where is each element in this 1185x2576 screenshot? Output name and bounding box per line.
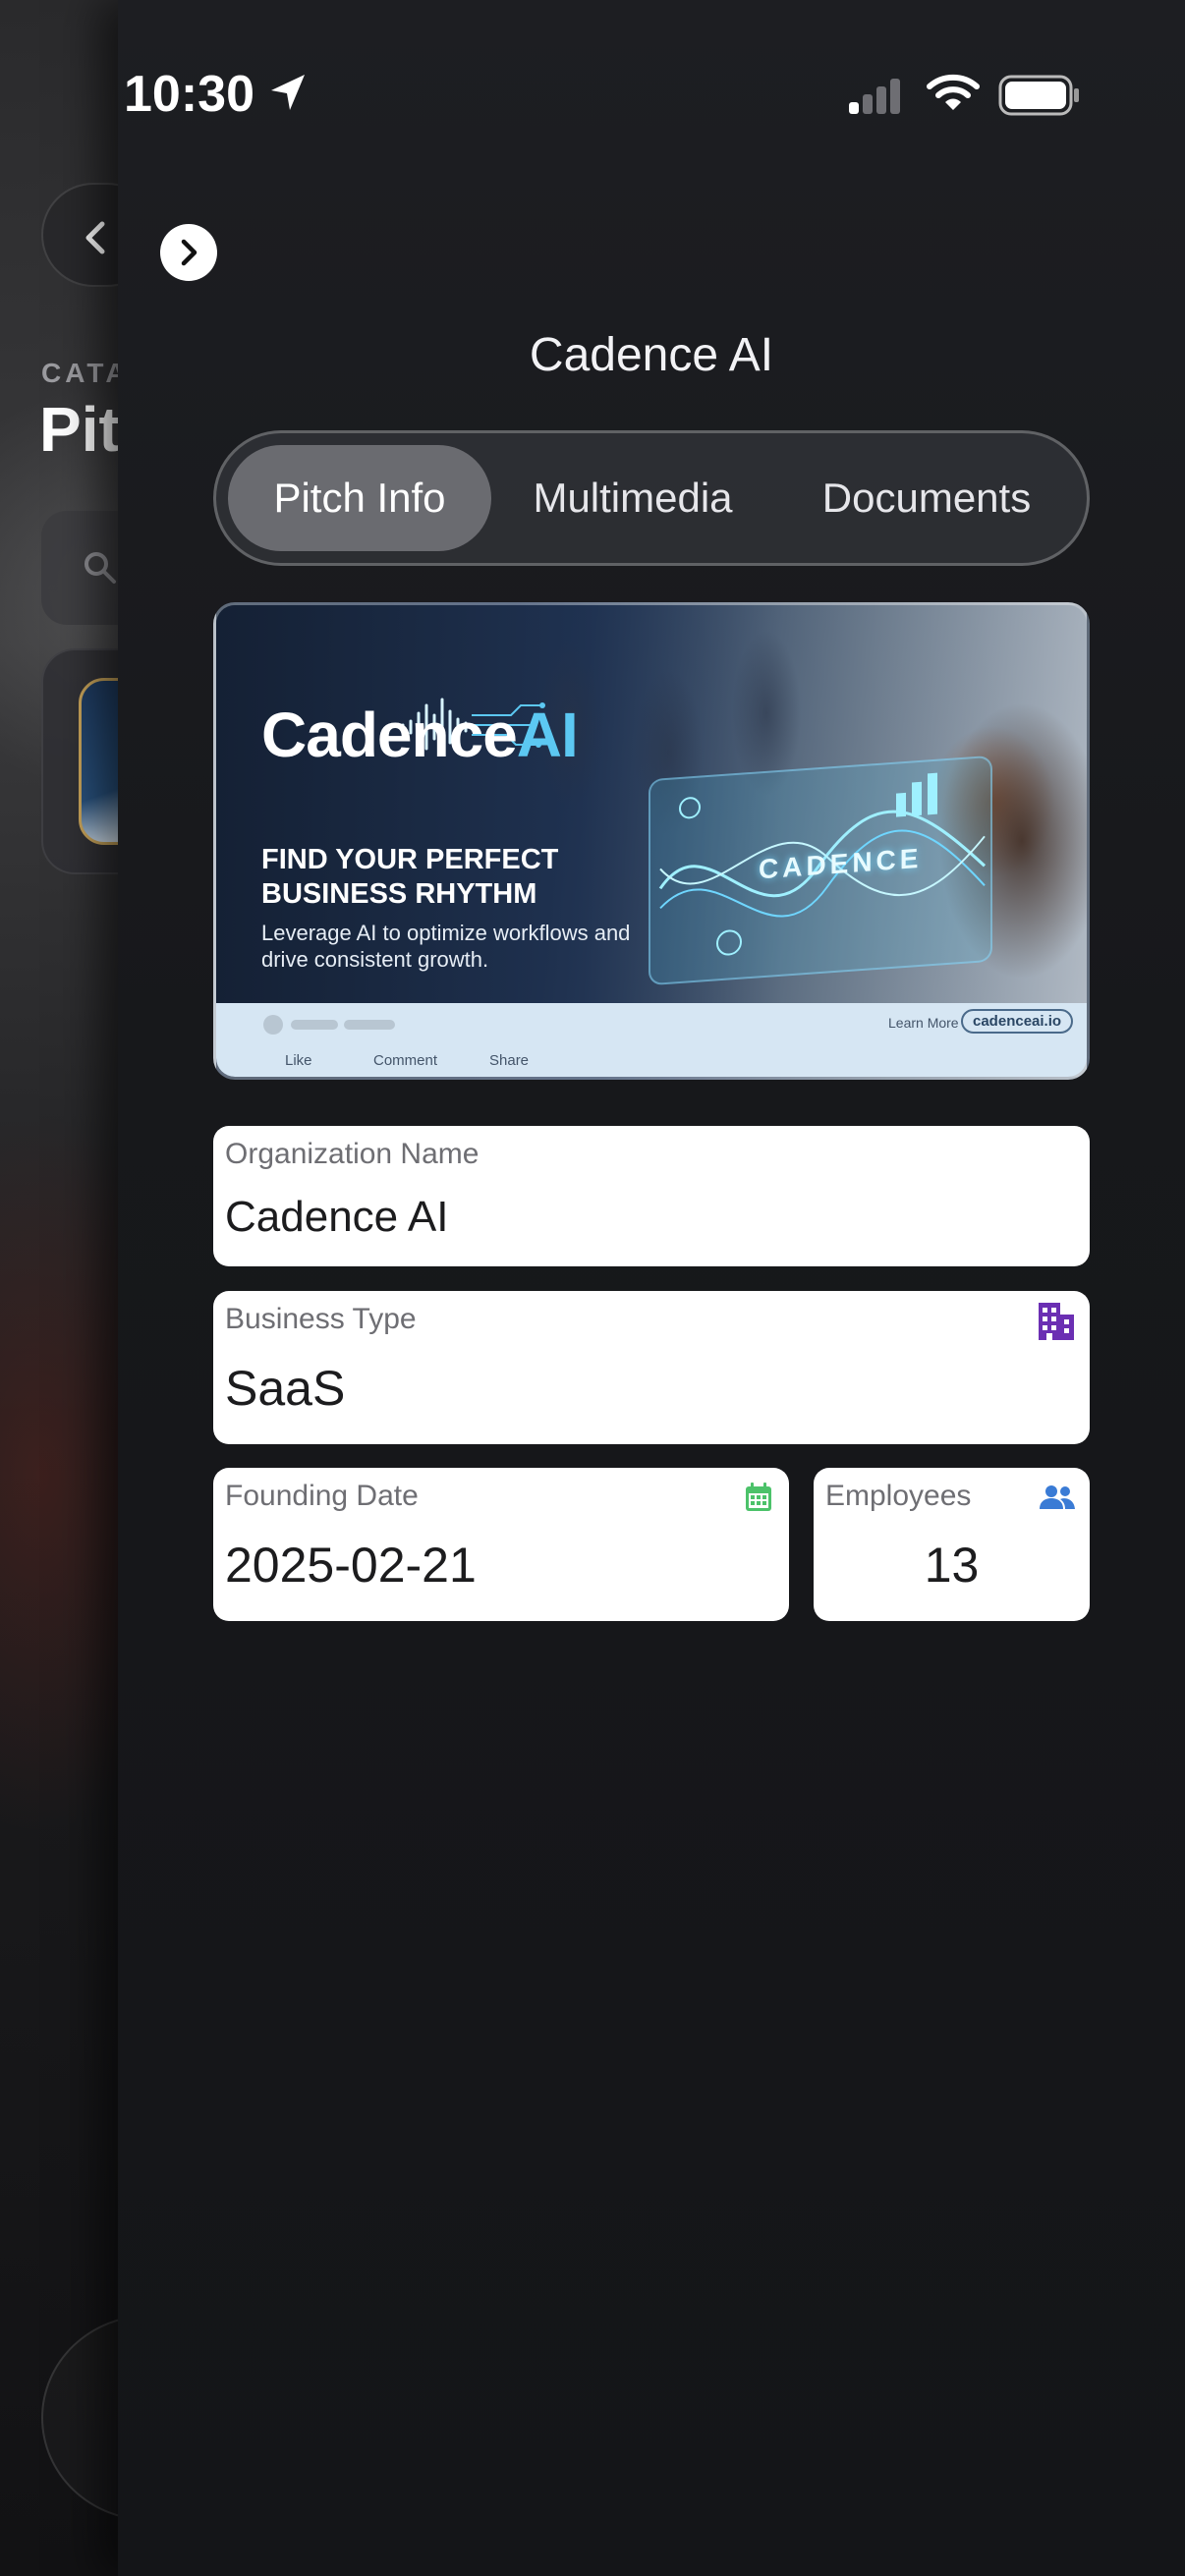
status-bar: 10:30	[0, 0, 1185, 138]
banner-learn-more: Learn More	[888, 1015, 959, 1031]
location-arrow-icon	[271, 75, 305, 110]
banner-meta-placeholder	[344, 1020, 395, 1030]
status-time: 10:30	[124, 66, 254, 123]
banner-social-footer: Learn More cadenceai.io Like Comment Sha…	[216, 1003, 1087, 1077]
tab-documents[interactable]: Documents	[774, 445, 1079, 551]
organization-name-value: Cadence AI	[225, 1193, 449, 1241]
banner-hologram-screen: CADENCE	[649, 755, 992, 986]
cellular-signal-icon	[849, 79, 900, 114]
wifi-icon	[927, 74, 980, 110]
chevron-right-icon	[181, 239, 198, 266]
banner-like-action: Like	[285, 1052, 312, 1069]
background-page-title: Pit	[39, 394, 120, 465]
banner-logo-accent: AI	[516, 700, 579, 770]
employees-label: Employees	[825, 1480, 972, 1512]
business-type-label: Business Type	[225, 1303, 417, 1335]
employees-field[interactable]: Employees 13	[814, 1468, 1090, 1621]
segmented-tab-bar: Pitch Info Multimedia Documents	[213, 430, 1090, 566]
panel-title: Cadence AI	[529, 329, 774, 381]
business-type-field[interactable]: Business Type SaaS	[213, 1291, 1090, 1444]
banner-subline: Leverage AI to optimize workflows and dr…	[261, 921, 631, 972]
pitch-banner-image[interactable]: CADENCE CadenceAI FIND YOUR PERFECT BUSI…	[213, 602, 1090, 1080]
people-icon	[1040, 1485, 1075, 1509]
banner-url-badge: cadenceai.io	[961, 1009, 1074, 1034]
founding-date-value: 2025-02-21	[225, 1538, 477, 1593]
banner-headline: FIND YOUR PERFECT BUSINESS RHYTHM	[261, 844, 559, 910]
battery-icon	[998, 75, 1079, 116]
organization-name-field[interactable]: Organization Name Cadence AI	[213, 1126, 1090, 1266]
organization-name-label: Organization Name	[225, 1138, 480, 1170]
banner-comment-action: Comment	[373, 1052, 438, 1069]
banner-avatar-placeholder	[263, 1015, 283, 1035]
search-icon	[85, 552, 116, 584]
pitch-detail-panel	[118, 0, 1185, 2576]
banner-logo: CadenceAI	[261, 699, 579, 771]
calendar-icon	[746, 1483, 771, 1511]
business-type-value: SaaS	[225, 1361, 346, 1416]
tab-pitch-info[interactable]: Pitch Info	[228, 445, 491, 551]
banner-share-action: Share	[489, 1052, 530, 1069]
collapse-panel-button[interactable]	[160, 224, 217, 281]
tab-multimedia[interactable]: Multimedia	[501, 445, 764, 551]
banner-logo-main: Cadence	[261, 700, 518, 770]
banner-name-placeholder	[291, 1020, 338, 1030]
building-icon	[1039, 1303, 1074, 1340]
background-category-label: CATA	[41, 358, 130, 388]
founding-date-label: Founding Date	[225, 1480, 419, 1512]
employees-value: 13	[924, 1538, 980, 1593]
chevron-left-icon	[85, 221, 105, 254]
founding-date-field[interactable]: Founding Date 2025-02-21	[213, 1468, 789, 1621]
